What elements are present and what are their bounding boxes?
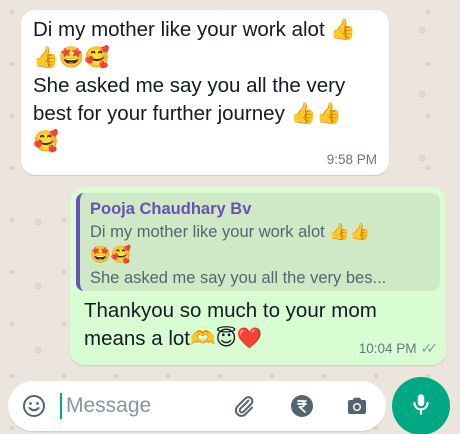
message-text-line: best for your further journey 👍👍 — [33, 102, 342, 125]
rupee-icon[interactable] — [290, 394, 314, 418]
mic-icon — [408, 391, 434, 422]
message-text-line: Di my mother like your work alot 👍 — [33, 18, 356, 41]
quoted-text-line: 🤩🥰 — [90, 246, 132, 264]
message-input[interactable] — [66, 392, 216, 420]
message-timestamp: 10:04 PM ✓✓ — [358, 340, 439, 357]
text-cursor — [60, 393, 62, 419]
attach-icon[interactable] — [232, 394, 256, 418]
quoted-text-line: Di my mother like your work alot 👍👍 — [90, 223, 371, 241]
message-timestamp: 9:58 PM — [326, 152, 377, 167]
camera-icon[interactable] — [345, 394, 369, 418]
outgoing-message[interactable]: Pooja Chaudhary Bv Di my mother like you… — [70, 187, 446, 365]
mic-button[interactable] — [392, 377, 450, 434]
quoted-text-line: She asked me say you all the very bes... — [90, 269, 387, 287]
incoming-message[interactable]: Di my mother like your work alot 👍 👍🤩🥰 S… — [21, 10, 389, 175]
message-text-line: 👍🤩🥰 — [33, 46, 110, 69]
read-receipt-icon: ✓✓ — [420, 340, 439, 356]
quoted-message[interactable]: Pooja Chaudhary Bv Di my mother like you… — [76, 193, 440, 291]
chat-area: Di my mother like your work alot 👍 👍🤩🥰 S… — [0, 0, 460, 380]
quoted-author: Pooja Chaudhary Bv — [90, 200, 252, 218]
message-text-line: She asked me say you all the very — [33, 74, 346, 97]
emoji-icon[interactable] — [22, 394, 46, 418]
message-text-line: 🥰 — [33, 130, 59, 153]
message-composer — [8, 381, 386, 431]
message-text-line: Thankyou so much to your mom — [84, 299, 377, 322]
message-time: 10:04 PM — [358, 341, 417, 356]
